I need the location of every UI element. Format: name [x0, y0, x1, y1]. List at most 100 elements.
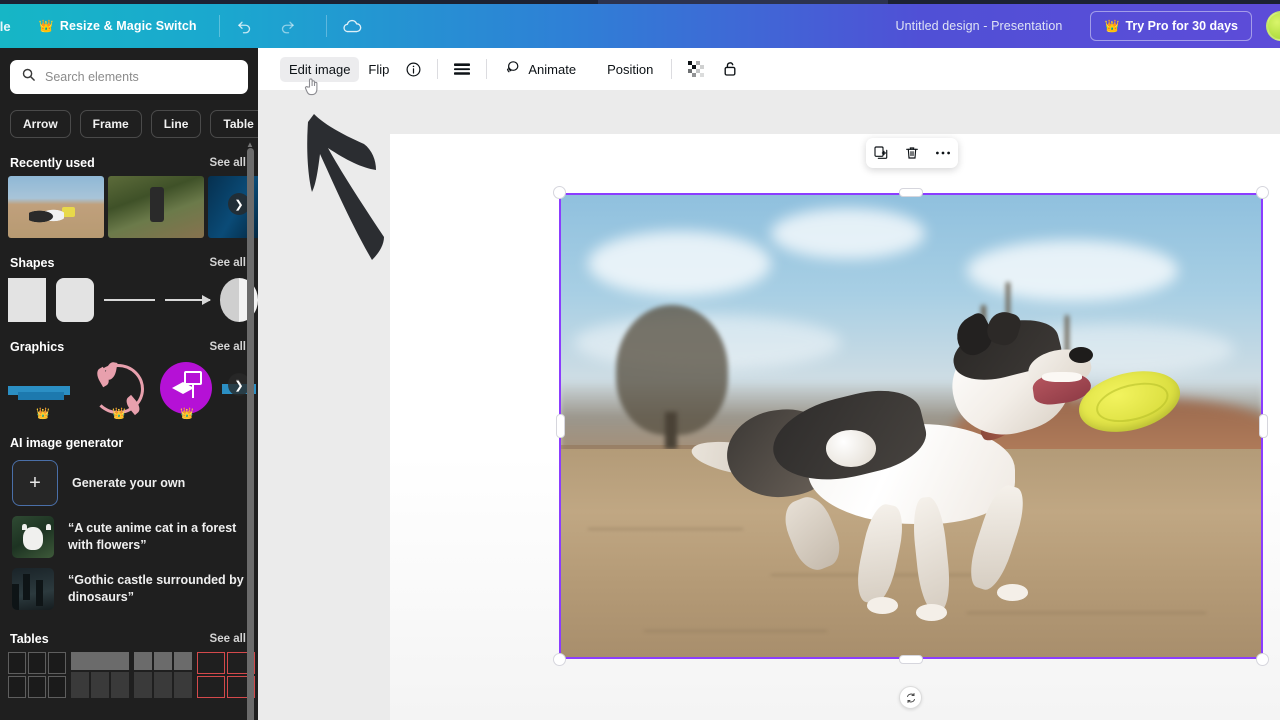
ai-generate-your-own[interactable]: + Generate your own [0, 450, 258, 506]
dog [689, 307, 1187, 644]
table-template-header[interactable] [71, 652, 129, 698]
ball [826, 430, 876, 467]
ai-prompt-anime-cat[interactable]: “A cute anime cat in a forest with flowe… [0, 506, 258, 558]
section-title-graphics: Graphics [10, 340, 65, 354]
resize-handle-top-left[interactable] [553, 186, 566, 199]
info-circle-icon[interactable] [398, 55, 428, 83]
shape-arrow-icon[interactable] [164, 295, 211, 305]
ai-thumb-gothic-castle [12, 568, 54, 610]
animate-button[interactable]: Animate [496, 55, 584, 83]
cloud-sync-icon[interactable] [335, 9, 369, 43]
section-title-tables: Tables [10, 632, 49, 646]
table-template-columns[interactable] [134, 652, 192, 698]
try-pro-button[interactable]: 👑 Try Pro for 30 days [1090, 11, 1252, 41]
transparency-checker-icon[interactable] [681, 55, 711, 83]
crown-icon: 👑 [36, 408, 50, 420]
sidebar-scrollbar[interactable] [247, 140, 254, 720]
trash-icon[interactable] [900, 141, 924, 165]
search-area: Search elements [0, 48, 258, 94]
design-title[interactable]: Untitled design - Presentation [896, 19, 1063, 33]
image-editor-toolbar: Edit image Flip Animate Position [258, 48, 1280, 90]
see-all-tables[interactable]: See all [210, 633, 246, 645]
resize-magic-switch-button[interactable]: 👑 Resize & Magic Switch [39, 19, 197, 33]
table-template-plain[interactable] [8, 652, 66, 698]
dog-paw [996, 583, 1029, 601]
canva-editor-window: ile 👑 Resize & Magic Switch Untitled des… [0, 0, 1280, 720]
sidebar-scrollbar-thumb[interactable] [247, 148, 254, 720]
lock-icon[interactable] [715, 55, 745, 83]
resize-label: Resize & Magic Switch [59, 19, 197, 33]
dog-paw [916, 603, 948, 621]
resize-handle-bottom[interactable] [899, 655, 923, 664]
graphic-purple-education[interactable]: 👑 [160, 362, 214, 420]
graphic-pink-wreath[interactable]: 👑 [86, 361, 152, 420]
graphics-row: 👑 👑 👑 ❯ [0, 354, 258, 420]
ai-generate-label: Generate your own [72, 475, 186, 490]
toolbar-separator [437, 59, 439, 79]
dog-frisbee-photo [560, 194, 1262, 658]
flip-button[interactable]: Flip [359, 57, 398, 82]
search-placeholder: Search elements [45, 70, 139, 84]
crown-icon-pro: 👑 [1104, 19, 1120, 33]
cloud [770, 207, 926, 259]
shape-square[interactable] [8, 278, 47, 322]
section-header-recently-used: Recently used See all [0, 156, 258, 170]
resize-handle-right[interactable] [1259, 414, 1268, 438]
selected-image-element[interactable] [560, 194, 1262, 658]
pointing-hand-cursor [304, 76, 320, 96]
shape-line[interactable] [104, 299, 155, 301]
cloud [967, 240, 1178, 301]
search-icon [21, 67, 36, 87]
resize-handle-top-right[interactable] [1256, 186, 1269, 199]
rotate-icon[interactable] [899, 686, 922, 709]
dog-paw [866, 597, 899, 614]
toolbar-divider-2 [325, 15, 327, 37]
see-all-recently-used[interactable]: See all [210, 157, 246, 169]
duplicate-icon[interactable] [869, 141, 893, 165]
tables-row [0, 646, 258, 698]
file-menu-button[interactable]: ile [0, 19, 11, 34]
toolbar-separator-2 [486, 59, 488, 79]
section-title: Recently used [10, 156, 95, 170]
crown-icon: 👑 [112, 408, 126, 420]
toolbar-separator-3 [671, 59, 673, 79]
avatar[interactable] [1266, 11, 1280, 41]
recent-thumb-dog-frisbee[interactable] [8, 176, 104, 238]
undo-icon[interactable] [228, 9, 262, 43]
plus-icon: + [12, 460, 58, 506]
try-pro-label: Try Pro for 30 days [1125, 19, 1238, 33]
recently-used-row: ❯ [0, 170, 258, 238]
chip-line[interactable]: Line [150, 110, 202, 138]
section-title-shapes: Shapes [10, 256, 55, 270]
ai-prompt-gothic-castle[interactable]: “Gothic castle surrounded by dinosaurs” [0, 558, 258, 610]
recent-thumb-person-garden[interactable] [108, 176, 204, 238]
toolbar-divider [218, 15, 220, 37]
ai-prompt-label: “Gothic castle surrounded by dinosaurs” [68, 573, 244, 604]
redo-icon[interactable] [270, 9, 304, 43]
search-input[interactable]: Search elements [10, 60, 248, 94]
resize-handle-bottom-left[interactable] [553, 653, 566, 666]
animate-circles-icon [504, 59, 521, 79]
dog-teeth [1041, 371, 1083, 382]
ellipsis-icon[interactable] [931, 141, 955, 165]
resize-handle-bottom-right[interactable] [1256, 653, 1269, 666]
top-bar: ile 👑 Resize & Magic Switch Untitled des… [0, 4, 1280, 48]
line-spacing-icon[interactable] [447, 55, 477, 83]
see-all-shapes[interactable]: See all [210, 257, 246, 269]
chip-arrow[interactable]: Arrow [10, 110, 71, 138]
shape-rounded-square[interactable] [56, 278, 95, 322]
chip-table[interactable]: Table [210, 110, 258, 138]
graphic-blue-banner[interactable]: 👑 [8, 362, 78, 420]
resize-handle-top[interactable] [899, 188, 923, 197]
crown-icon: 👑 [38, 19, 54, 33]
ai-thumb-anime-cat [12, 516, 54, 558]
graphic-board [184, 371, 202, 385]
see-all-graphics[interactable]: See all [210, 341, 246, 353]
resize-handle-left[interactable] [556, 414, 565, 438]
chip-frame[interactable]: Frame [79, 110, 142, 138]
tree-trunk [665, 412, 677, 450]
ai-image-generator-title: AI image generator [10, 436, 124, 450]
animate-label: Animate [528, 61, 577, 77]
position-button[interactable]: Position [598, 57, 662, 82]
crown-icon: 👑 [180, 408, 194, 420]
